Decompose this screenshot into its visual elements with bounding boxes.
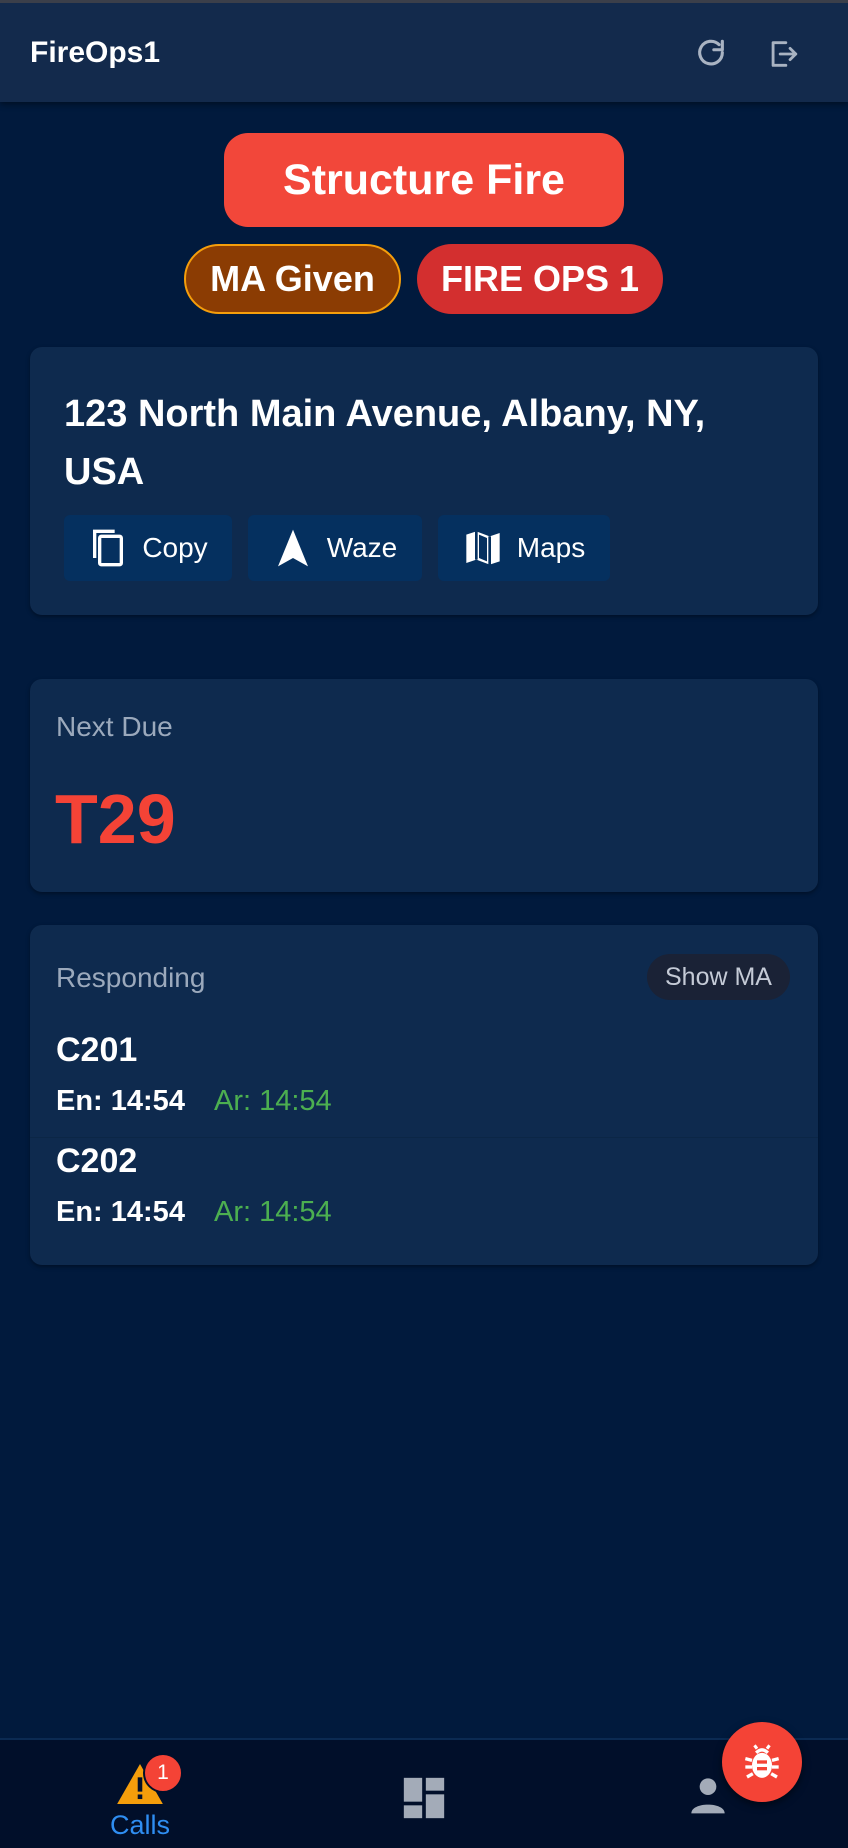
calls-count-badge: 1	[143, 1753, 183, 1793]
unit-enroute-time: En: 14:54	[56, 1196, 185, 1228]
responding-card: Responding Show MA C201 En: 14:54 Ar: 14…	[30, 925, 818, 1265]
top-app-bar: FireOps1	[0, 0, 848, 102]
nav-calls-label: Calls	[109, 1810, 170, 1840]
debug-fab[interactable]	[722, 1722, 802, 1802]
waze-button[interactable]: Waze	[248, 515, 422, 581]
call-address: 123 North Main Avenue, Albany, NY, USA	[64, 393, 706, 493]
navigation-arrow-icon	[277, 529, 308, 567]
copy-button-label: Copy	[142, 532, 208, 563]
responding-unit-row[interactable]: C202 En: 14:54 Ar: 14:54	[30, 1137, 818, 1265]
bug-icon	[744, 1744, 780, 1779]
copy-button[interactable]: Copy	[64, 515, 232, 581]
responding-unit-row[interactable]: C201 En: 14:54 Ar: 14:54	[30, 1027, 818, 1155]
call-type-badge: Structure Fire	[224, 133, 624, 227]
unit-name: C202	[56, 1142, 138, 1180]
map-icon	[466, 531, 500, 565]
address-card: 123 North Main Avenue, Albany, NY, USA C…	[30, 347, 818, 615]
unit-arrived-time: Ar: 14:54	[214, 1196, 332, 1228]
nav-calls[interactable]: 1 Calls	[80, 1753, 200, 1848]
copy-icon	[93, 529, 124, 567]
next-due-label: Next Due	[56, 711, 173, 742]
fire-ops-badge: FIRE OPS 1	[417, 244, 663, 314]
responding-label: Responding	[56, 962, 206, 993]
logout-icon[interactable]	[762, 33, 804, 75]
next-due-card: Next Due T29	[30, 679, 818, 892]
unit-arrived-time: Ar: 14:54	[214, 1085, 332, 1117]
app-title: FireOps1	[30, 36, 161, 69]
unit-name: C201	[56, 1031, 138, 1069]
waze-button-label: Waze	[326, 532, 398, 563]
profile-icon[interactable]	[688, 1775, 728, 1815]
dashboard-icon[interactable]	[402, 1776, 446, 1820]
unit-enroute-time: En: 14:54	[56, 1085, 185, 1117]
maps-button[interactable]: Maps	[438, 515, 610, 581]
bottom-navigation: 1 Calls	[0, 1738, 848, 1848]
ma-given-badge: MA Given	[184, 244, 401, 314]
maps-button-label: Maps	[516, 532, 586, 563]
refresh-icon[interactable]	[690, 33, 732, 75]
show-ma-button[interactable]: Show MA	[647, 954, 790, 1000]
next-due-unit: T29	[55, 780, 176, 858]
